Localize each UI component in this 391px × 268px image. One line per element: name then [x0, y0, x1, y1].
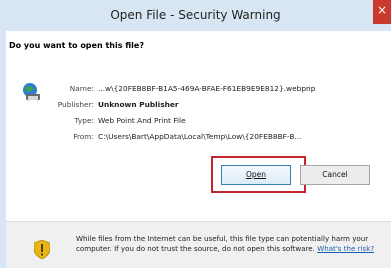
warning-section: While files from the Internet can be use…	[6, 221, 391, 268]
from-label: From:	[73, 132, 94, 141]
dialog-question: Do you want to open this file?	[9, 41, 144, 50]
shield-warning-icon	[34, 240, 50, 259]
type-label: Type:	[74, 116, 94, 125]
security-warning-dialog: Open File - Security Warning × Do you wa…	[0, 0, 391, 268]
type-value: Web Point And Print File	[98, 116, 186, 125]
window-title: Open File - Security Warning	[110, 8, 281, 22]
name-value: ...w\{20FEB8BF-B1A5-469A-BFAE-F61EB9E9E8…	[98, 84, 316, 93]
publisher-value: Unknown Publisher	[98, 100, 179, 109]
open-button[interactable]: Open	[221, 165, 291, 185]
warning-message: While files from the Internet can be use…	[76, 234, 384, 253]
publisher-label: Publisher:	[57, 100, 94, 109]
cancel-button-label: Cancel	[322, 170, 348, 179]
close-button[interactable]: ×	[373, 0, 391, 24]
cancel-button[interactable]: Cancel	[300, 165, 370, 185]
from-value: C:\Users\Bart\AppData\Local\Temp\Low\{20…	[98, 132, 302, 141]
title-bar[interactable]: Open File - Security Warning ×	[0, 0, 391, 30]
close-icon: ×	[376, 3, 388, 17]
whats-the-risk-link[interactable]: What's the risk?	[317, 244, 374, 253]
name-label: Name:	[69, 84, 94, 93]
open-button-label: Open	[245, 170, 267, 179]
dialog-body: Do you want to open this file? Name: ...…	[6, 31, 391, 268]
